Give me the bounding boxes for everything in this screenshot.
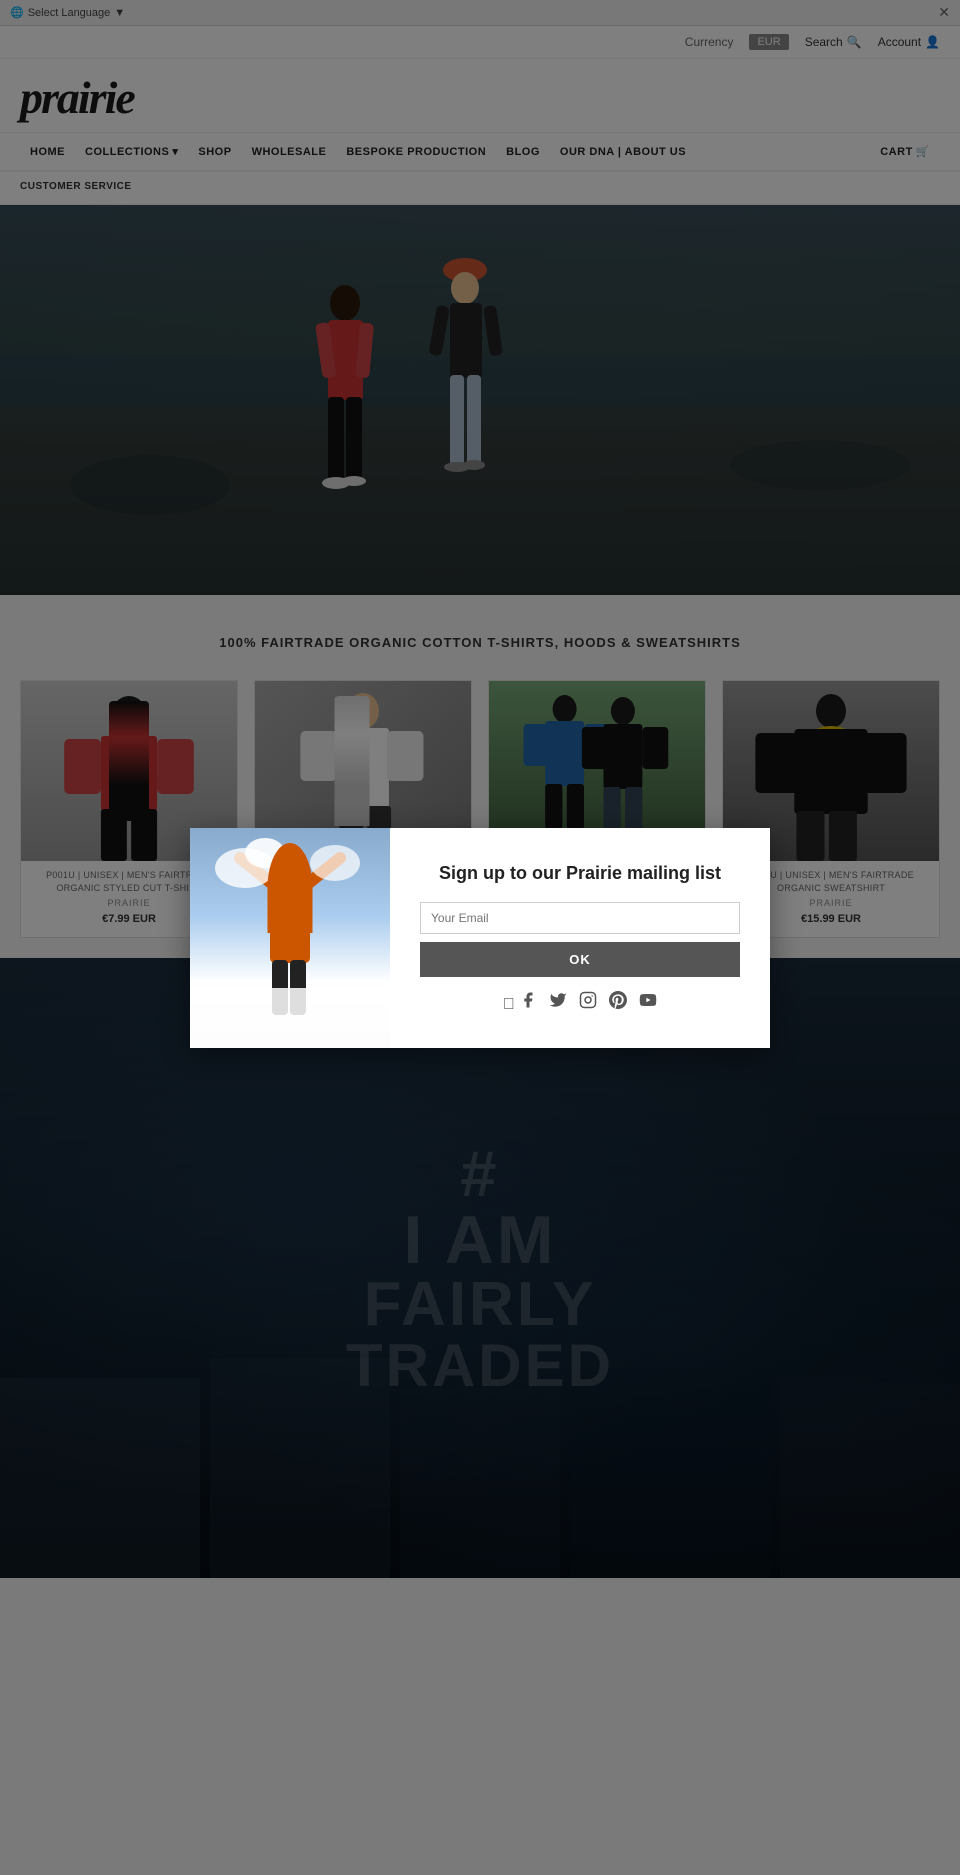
pinterest-svg	[609, 991, 627, 1009]
modal-overlay[interactable]: Sign up to our Prairie mailing list OK 	[0, 0, 960, 1875]
modal-person-svg	[190, 828, 390, 1048]
social-links: 	[420, 991, 740, 1014]
email-field[interactable]	[420, 902, 740, 934]
twitter-svg	[549, 991, 567, 1009]
facebook-link[interactable]: 	[503, 991, 537, 1014]
facebook-icon: 	[503, 996, 515, 1013]
facebook-svg	[519, 991, 537, 1009]
modal-title: Sign up to our Prairie mailing list	[420, 861, 740, 886]
pinterest-link[interactable]	[609, 991, 627, 1014]
instagram-link[interactable]	[579, 991, 597, 1014]
twitter-link[interactable]	[549, 991, 567, 1014]
modal-dialog: Sign up to our Prairie mailing list OK 	[190, 828, 770, 1048]
modal-content: Sign up to our Prairie mailing list OK 	[390, 828, 770, 1048]
ok-button[interactable]: OK	[420, 942, 740, 977]
youtube-svg	[639, 991, 657, 1009]
youtube-link[interactable]	[639, 991, 657, 1014]
instagram-svg	[579, 991, 597, 1009]
modal-image	[190, 828, 390, 1048]
